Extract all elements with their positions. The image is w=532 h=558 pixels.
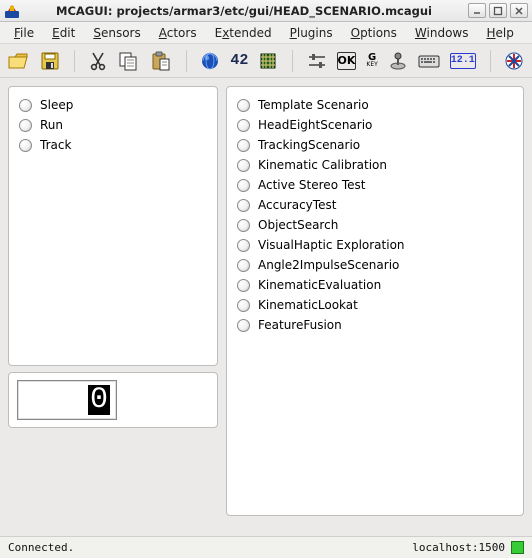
menu-extended[interactable]: Extended bbox=[207, 24, 280, 42]
menu-edit[interactable]: Edit bbox=[44, 24, 83, 42]
maximize-button[interactable] bbox=[489, 3, 507, 18]
ok-icon[interactable]: OK bbox=[337, 52, 357, 70]
right-option-label: Active Stereo Test bbox=[258, 178, 365, 192]
left-option[interactable]: Track bbox=[19, 135, 207, 155]
radio-icon bbox=[237, 199, 250, 212]
keyboard-icon[interactable] bbox=[418, 49, 440, 73]
sliders-icon[interactable] bbox=[307, 49, 327, 73]
right-option-label: Angle2ImpulseScenario bbox=[258, 258, 399, 272]
right-option-label: VisualHaptic Exploration bbox=[258, 238, 405, 252]
right-option-label: Template Scenario bbox=[258, 98, 369, 112]
radio-icon bbox=[237, 319, 250, 332]
right-option[interactable]: HeadEightScenario bbox=[237, 115, 513, 135]
left-option-label: Sleep bbox=[40, 98, 73, 112]
right-option-label: Kinematic Calibration bbox=[258, 158, 387, 172]
cut-icon[interactable] bbox=[88, 49, 108, 73]
left-option[interactable]: Sleep bbox=[19, 95, 207, 115]
right-option-label: KinematicLookat bbox=[258, 298, 358, 312]
app-icon bbox=[4, 3, 20, 19]
right-option-label: FeatureFusion bbox=[258, 318, 342, 332]
right-option[interactable]: TrackingScenario bbox=[237, 135, 513, 155]
right-column: Template Scenario HeadEightScenario Tracki… bbox=[226, 86, 524, 528]
right-options-panel: Template Scenario HeadEightScenario Tracki… bbox=[226, 86, 524, 516]
left-column: Sleep Run Track 0 bbox=[8, 86, 218, 528]
menu-windows[interactable]: Windows bbox=[407, 24, 477, 42]
titlebar: MCAGUI: projects/armar3/etc/gui/HEAD_SCE… bbox=[0, 0, 532, 22]
radio-icon bbox=[19, 139, 32, 152]
radio-icon bbox=[237, 159, 250, 172]
ok-label: OK bbox=[338, 54, 356, 67]
radio-icon bbox=[237, 219, 250, 232]
right-option[interactable]: AccuracyTest bbox=[237, 195, 513, 215]
asterisk-icon[interactable] bbox=[504, 49, 524, 73]
menu-plugins[interactable]: Plugins bbox=[282, 24, 341, 42]
window-controls bbox=[468, 3, 528, 18]
radio-icon bbox=[237, 299, 250, 312]
radio-icon bbox=[237, 279, 250, 292]
fortytwo-label: 42 bbox=[230, 52, 248, 69]
menu-actors[interactable]: Actors bbox=[151, 24, 205, 42]
display12-icon[interactable]: 12.1 bbox=[450, 53, 476, 69]
right-option-label: HeadEightScenario bbox=[258, 118, 372, 132]
right-option[interactable]: ObjectSearch bbox=[237, 215, 513, 235]
right-option[interactable]: FeatureFusion bbox=[237, 315, 513, 335]
close-button[interactable] bbox=[510, 3, 528, 18]
status-left: Connected. bbox=[8, 541, 74, 554]
toolbar: 42 OK G KEY bbox=[0, 44, 532, 78]
menu-sensors[interactable]: Sensors bbox=[85, 24, 148, 42]
right-option[interactable]: Active Stereo Test bbox=[237, 175, 513, 195]
status-right: localhost:1500 bbox=[412, 541, 505, 554]
copy-icon[interactable] bbox=[118, 49, 140, 73]
open-icon[interactable] bbox=[8, 49, 30, 73]
right-option[interactable]: KinematicLookat bbox=[237, 295, 513, 315]
menu-file[interactable]: File bbox=[6, 24, 42, 42]
menu-help[interactable]: Help bbox=[479, 24, 522, 42]
menubar: FileEditSensorsActorsExtendedPluginsOpti… bbox=[0, 22, 532, 44]
right-option-label: AccuracyTest bbox=[258, 198, 336, 212]
fortytwo-icon[interactable]: 42 bbox=[230, 49, 248, 73]
radio-icon bbox=[19, 99, 32, 112]
chip-icon[interactable] bbox=[258, 49, 278, 73]
paste-icon[interactable] bbox=[150, 49, 172, 73]
right-option[interactable]: Angle2ImpulseScenario bbox=[237, 255, 513, 275]
menu-options[interactable]: Options bbox=[343, 24, 405, 42]
right-option[interactable]: Template Scenario bbox=[237, 95, 513, 115]
right-option[interactable]: KinematicEvaluation bbox=[237, 275, 513, 295]
joystick-icon[interactable] bbox=[388, 49, 408, 73]
left-option-label: Run bbox=[40, 118, 63, 132]
radio-icon bbox=[237, 179, 250, 192]
digit-display: 0 bbox=[17, 380, 117, 420]
radio-icon bbox=[237, 239, 250, 252]
save-icon[interactable] bbox=[40, 49, 60, 73]
status-led bbox=[511, 541, 524, 554]
minimize-button[interactable] bbox=[468, 3, 486, 18]
digit-value: 0 bbox=[88, 385, 110, 415]
left-option[interactable]: Run bbox=[19, 115, 207, 135]
radio-icon bbox=[237, 99, 250, 112]
left-options-panel: Sleep Run Track bbox=[8, 86, 218, 366]
radio-icon bbox=[19, 119, 32, 132]
radio-icon bbox=[237, 259, 250, 272]
radio-icon bbox=[237, 119, 250, 132]
gkey-icon[interactable]: G KEY bbox=[366, 49, 377, 73]
right-option[interactable]: VisualHaptic Exploration bbox=[237, 235, 513, 255]
display12-label: 12.1 bbox=[451, 55, 475, 66]
window-title: MCAGUI: projects/armar3/etc/gui/HEAD_SCE… bbox=[26, 4, 462, 18]
radio-icon bbox=[237, 139, 250, 152]
right-option-label: TrackingScenario bbox=[258, 138, 360, 152]
workarea: Sleep Run Track 0 Template Scenario HeadEig… bbox=[0, 78, 532, 536]
digit-panel: 0 bbox=[8, 372, 218, 428]
left-option-label: Track bbox=[40, 138, 71, 152]
right-option-label: ObjectSearch bbox=[258, 218, 338, 232]
right-option-label: KinematicEvaluation bbox=[258, 278, 381, 292]
gkey-key: KEY bbox=[366, 62, 377, 67]
statusbar: Connected. localhost:1500 bbox=[0, 536, 532, 558]
globe-icon[interactable] bbox=[200, 49, 220, 73]
right-option[interactable]: Kinematic Calibration bbox=[237, 155, 513, 175]
